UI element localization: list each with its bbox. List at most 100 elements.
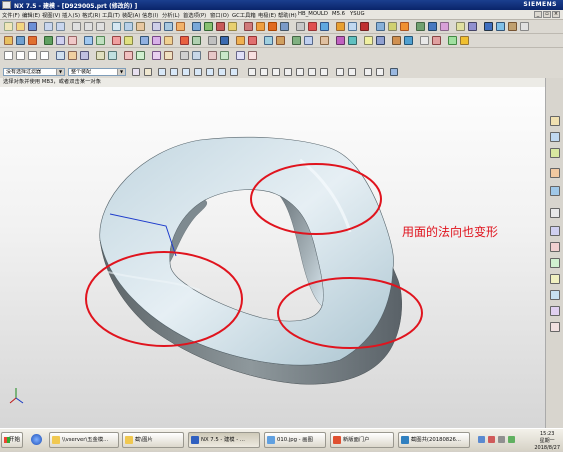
chamfer-icon[interactable] [308,22,317,31]
scale-icon[interactable] [440,22,449,31]
trim-curve-icon[interactable] [152,51,161,60]
part-navigator-icon[interactable] [550,148,560,158]
gc-tool-icon[interactable] [508,22,517,31]
tray-antivirus-icon[interactable] [488,436,495,443]
rib-icon[interactable] [124,36,133,45]
datum-axis-icon[interactable] [28,36,37,45]
delete-face-icon[interactable] [248,36,257,45]
trim-body-icon[interactable] [348,22,357,31]
hd3d-tools-icon[interactable] [550,306,560,316]
constraint-navigator-icon[interactable] [550,132,560,142]
point-icon[interactable] [4,36,13,45]
layer-icon[interactable] [204,22,213,31]
conic-icon[interactable] [248,51,257,60]
subtract-icon[interactable] [376,22,385,31]
tray-clock[interactable]: 15:23 星期一 2018/8/27 [534,431,560,452]
select-all-icon[interactable] [132,68,140,76]
shaded-icon[interactable] [152,22,161,31]
menu-hb-mould[interactable]: HB_MOULD [298,11,328,17]
zoom-icon[interactable] [124,22,133,31]
snap-line-icon[interactable] [260,68,268,76]
bridge-curve-icon[interactable] [124,51,133,60]
edit-curve-icon[interactable] [180,51,189,60]
menu-ysug[interactable]: YSUG [350,11,365,17]
rotate-icon[interactable] [136,22,145,31]
bounded-plane-icon[interactable] [180,36,189,45]
snap-tangent-icon[interactable] [296,68,304,76]
replace-face-icon[interactable] [220,36,229,45]
taskbar-item[interactable]: 截图共(20180826... [398,432,470,448]
cut-icon[interactable] [72,22,81,31]
revolve-icon[interactable] [244,22,253,31]
mesh-surface-icon[interactable] [164,36,173,45]
offset-region-icon[interactable] [304,36,313,45]
menu-edit[interactable]: 编辑(E) [22,11,40,19]
palette-icon[interactable] [550,322,560,332]
boss-icon[interactable] [268,22,277,31]
curve-length-icon[interactable] [220,51,229,60]
measure-icon[interactable] [456,22,465,31]
warp-icon[interactable] [376,36,385,45]
cone-icon[interactable] [84,36,93,45]
smooth-spline-icon[interactable] [236,51,245,60]
snap-bounded-icon[interactable] [376,68,384,76]
snap-point-on-curve-icon[interactable] [206,68,214,76]
copy-icon[interactable] [84,22,93,31]
taskbar-item-active[interactable]: NX 7.5 - 建模 - ... [188,432,260,448]
snap-face-icon[interactable] [364,68,372,76]
emboss-icon[interactable] [336,36,345,45]
menu-m56[interactable]: M5.6 [332,11,345,17]
rectangle-icon[interactable] [4,51,13,60]
intersect-curve-icon[interactable] [108,51,117,60]
history-icon[interactable] [550,208,560,218]
taskbar-item[interactable]: \\vserver\五金模... [49,432,119,448]
wireframe-icon[interactable] [164,22,173,31]
unite-icon[interactable] [360,22,369,31]
graphics-window[interactable]: 用面的法向也变形 [0,87,545,428]
snap-cross-icon[interactable] [320,68,328,76]
analysis-icon[interactable] [420,36,429,45]
minimize-icon[interactable]: _ [534,11,542,18]
shell-icon[interactable] [320,22,329,31]
wrap-icon[interactable] [348,36,357,45]
help-icon[interactable] [520,22,529,31]
snap-grid-icon[interactable] [248,68,256,76]
deviation-icon[interactable] [448,36,457,45]
reset-filter-icon[interactable] [144,68,152,76]
taskbar-item[interactable]: 010.jpg - 画图 [264,432,326,448]
blend-icon[interactable] [296,22,305,31]
csys-icon[interactable] [44,36,53,45]
snap-center-icon[interactable] [182,68,190,76]
menu-file[interactable]: 文件(F) [2,11,20,19]
patch-icon[interactable] [208,36,217,45]
menu-view[interactable]: 视图(V) [42,11,60,19]
pull-face-icon[interactable] [292,36,301,45]
sketch-icon[interactable] [216,22,225,31]
system-materials-icon[interactable] [550,226,560,236]
start-button[interactable]: 开始 [1,432,23,448]
web-browser-icon[interactable] [550,186,560,196]
synchronous-icon[interactable] [264,36,273,45]
sew-icon[interactable] [192,36,201,45]
extrude-icon[interactable] [228,22,237,31]
x-form-icon[interactable] [392,36,401,45]
snap-angle-icon[interactable] [272,68,280,76]
fillet-curve-icon[interactable] [192,51,201,60]
tray-volume-icon[interactable] [498,436,505,443]
cylinder-icon[interactable] [68,36,77,45]
join-curve-icon[interactable] [136,51,145,60]
redo-icon[interactable] [56,22,65,31]
snap-circle-icon[interactable] [308,68,316,76]
offset-curve-icon[interactable] [80,51,89,60]
offset-face-icon[interactable] [428,22,437,31]
resize-blend-icon[interactable] [276,36,285,45]
assembly-navigator-icon[interactable] [550,116,560,126]
sphere-icon[interactable] [96,36,105,45]
menu-gc-toolbox[interactable]: GC工具箱 [232,11,256,19]
type-filter-select[interactable]: 没有选择过滤器 ▼ [3,68,65,76]
snap-quadrant-icon[interactable] [194,68,202,76]
text-icon[interactable] [40,51,49,60]
orient-view-icon[interactable] [192,22,201,31]
taskbar-item[interactable]: 截\图片 [122,432,184,448]
taskbar-item[interactable]: 新版面门户 [330,432,394,448]
